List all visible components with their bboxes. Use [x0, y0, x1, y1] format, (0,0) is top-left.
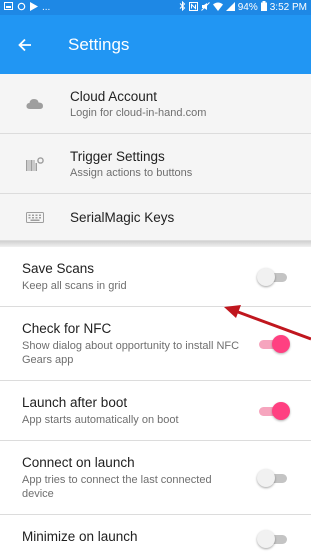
back-button[interactable] — [14, 34, 36, 56]
launch-after-boot-pref[interactable]: Launch after boot App starts automatical… — [0, 381, 311, 441]
connect-on-launch-subtitle: App tries to connect the last connected … — [22, 473, 212, 500]
serialmagic-keys-title: SerialMagic Keys — [70, 209, 175, 225]
check-nfc-pref[interactable]: Check for NFC Show dialog about opportun… — [0, 307, 311, 381]
connect-on-launch-switch[interactable] — [257, 468, 291, 488]
signal-icon — [225, 1, 235, 14]
preferences-list: Save Scans Keep all scans in grid Check … — [0, 247, 311, 559]
navigation-section: Cloud Account Login for cloud-in-hand.co… — [0, 74, 311, 241]
minimize-on-launch-pref[interactable]: Minimize on launch — [0, 515, 311, 559]
launch-after-boot-subtitle: App starts automatically on boot — [22, 413, 179, 426]
minimize-on-launch-switch[interactable] — [257, 529, 291, 549]
save-scans-pref[interactable]: Save Scans Keep all scans in grid — [0, 247, 311, 307]
trigger-settings-title: Trigger Settings — [70, 148, 165, 164]
gallery-icon — [4, 2, 13, 13]
save-scans-switch[interactable] — [257, 267, 291, 287]
mute-icon — [200, 1, 210, 14]
play-icon — [30, 1, 38, 14]
check-nfc-switch[interactable] — [257, 334, 291, 354]
clock: 3:52 PM — [269, 2, 307, 13]
battery-percent: 94% — [237, 2, 258, 13]
cloud-account-subtitle: Login for cloud-in-hand.com — [70, 106, 207, 119]
trigger-settings-item[interactable]: Trigger Settings Assign actions to butto… — [0, 134, 311, 194]
connect-on-launch-title: Connect on launch — [22, 454, 135, 470]
minimize-on-launch-title: Minimize on launch — [22, 529, 138, 544]
app-bar: Settings — [0, 15, 311, 74]
page-title: Settings — [68, 34, 130, 54]
status-bar: ... 94% 3:52 PM — [0, 0, 311, 15]
check-nfc-title: Check for NFC — [22, 320, 112, 336]
back-arrow-icon — [18, 38, 31, 51]
trigger-settings-subtitle: Assign actions to buttons — [70, 166, 193, 179]
save-scans-title: Save Scans — [22, 260, 95, 276]
cloud-account-title: Cloud Account — [70, 88, 158, 104]
cloud-account-item[interactable]: Cloud Account Login for cloud-in-hand.co… — [0, 74, 311, 134]
keyboard-icon — [0, 211, 70, 223]
serialmagic-keys-item[interactable]: SerialMagic Keys — [0, 194, 311, 241]
sync-icon — [17, 2, 26, 14]
launch-after-boot-switch[interactable] — [257, 401, 291, 421]
status-ellipsis: ... — [42, 2, 51, 13]
wifi-icon — [212, 2, 223, 14]
bluetooth-icon — [179, 0, 186, 14]
launch-after-boot-title: Launch after boot — [22, 394, 128, 410]
barcode-settings-icon — [0, 156, 70, 171]
nfc-icon — [188, 1, 198, 14]
cloud-icon — [0, 98, 70, 110]
connect-on-launch-pref[interactable]: Connect on launch App tries to connect t… — [0, 441, 311, 515]
check-nfc-subtitle: Show dialog about opportunity to install… — [22, 339, 240, 366]
save-scans-subtitle: Keep all scans in grid — [22, 279, 127, 292]
battery-icon — [260, 1, 267, 14]
